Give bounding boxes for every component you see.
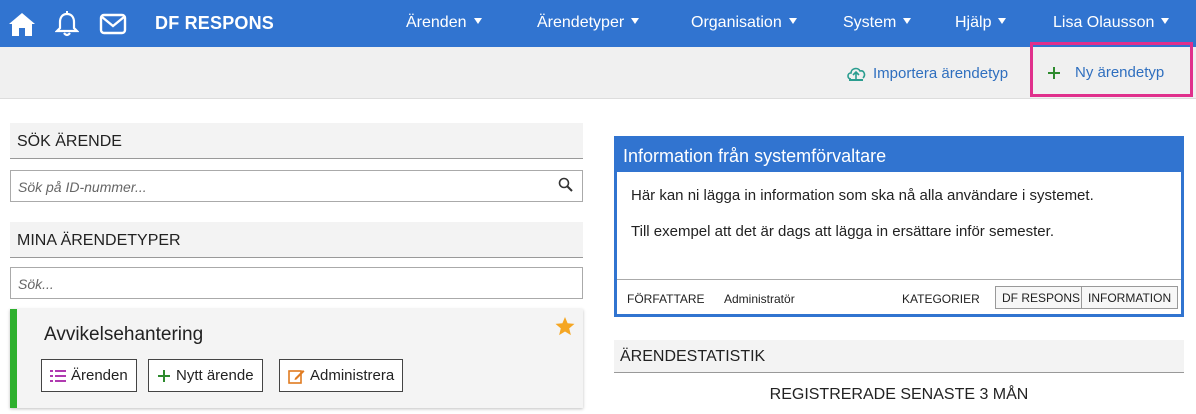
caret-down-icon [1161,18,1170,24]
highlight-frame [1030,42,1193,97]
author-value: Administratör [724,292,795,306]
case-id-search-input[interactable]: Sök på ID-nummer... [10,170,583,202]
info-footer: FÖRFATTARE Administratör KATEGORIER DF R… [617,279,1181,314]
nav-arendetyper[interactable]: Ärendetyper [537,14,640,32]
brand-title[interactable]: DF RESPONS [155,13,274,34]
new-case-button[interactable]: Nytt ärende [148,359,263,392]
case-type-card: Avvikelsehantering Ärenden Nytt ärende A… [10,309,583,408]
star-icon[interactable] [555,317,575,341]
nav-label: Ärenden [406,14,467,31]
button-label: Nytt ärende [176,367,254,384]
search-case-header: SÖK ÄRENDE [10,123,583,159]
caret-down-icon [788,18,797,24]
caret-down-icon [903,18,912,24]
nav-hjalp[interactable]: Hjälp [955,14,1007,32]
top-navbar: DF RESPONS Ärenden Ärendetyper Organisat… [0,0,1196,47]
case-type-search-input[interactable]: Sök... [10,267,583,299]
nav-organisation[interactable]: Organisation [691,14,797,32]
info-line-2: Till exempel att det är dags att lägga i… [631,223,1054,240]
nav-label: Ärendetyper [537,14,625,31]
info-line-1: Här kan ni lägga in information som ska … [631,187,1094,204]
my-case-types-header: MINA ÄRENDETYPER [10,222,583,258]
case-type-title[interactable]: Avvikelsehantering [44,324,203,346]
plus-icon [158,369,170,382]
nav-label: System [843,14,897,31]
case-statistics-header: ÄRENDESTATISTIK [614,340,1184,373]
bell-icon[interactable] [53,10,81,38]
caret-down-icon [473,18,482,24]
edit-icon [288,369,305,384]
button-label: Administrera [310,367,395,384]
nav-label: Hjälp [955,14,992,31]
home-icon[interactable] [8,10,36,38]
category-tag[interactable]: INFORMATION [1081,286,1179,309]
nav-label: Lisa Olausson [1053,14,1155,31]
import-label: Importera ärendetyp [873,64,1009,82]
nav-arenden[interactable]: Ärenden [406,14,482,32]
list-icon [50,369,66,382]
button-label: Ärenden [71,367,128,384]
upload-cloud-icon [847,67,866,81]
caret-down-icon [998,18,1007,24]
author-label: FÖRFATTARE [627,292,705,306]
statistics-subtitle: REGISTRERADE SENASTE 3 MÅN [769,386,1029,403]
nav-user-menu[interactable]: Lisa Olausson [1053,14,1170,32]
category-tag[interactable]: DF RESPONS [995,286,1088,309]
caret-down-icon [631,18,640,24]
info-title: Information från systemförvaltare [617,139,1181,172]
system-info-panel: Information från systemförvaltare Här ka… [614,136,1184,317]
nav-label: Organisation [691,14,782,31]
cases-button[interactable]: Ärenden [41,359,137,392]
nav-system[interactable]: System [843,14,912,32]
import-case-type-button[interactable]: Importera ärendetyp [846,64,1008,82]
categories-label: KATEGORIER [902,292,980,306]
action-toolbar: Importera ärendetyp Ny ärendetyp [0,47,1196,99]
search-icon[interactable] [558,177,574,196]
mail-icon[interactable] [99,10,127,38]
search-placeholder: Sök... [18,276,54,292]
administer-button[interactable]: Administrera [279,359,404,392]
search-placeholder: Sök på ID-nummer... [18,179,147,195]
